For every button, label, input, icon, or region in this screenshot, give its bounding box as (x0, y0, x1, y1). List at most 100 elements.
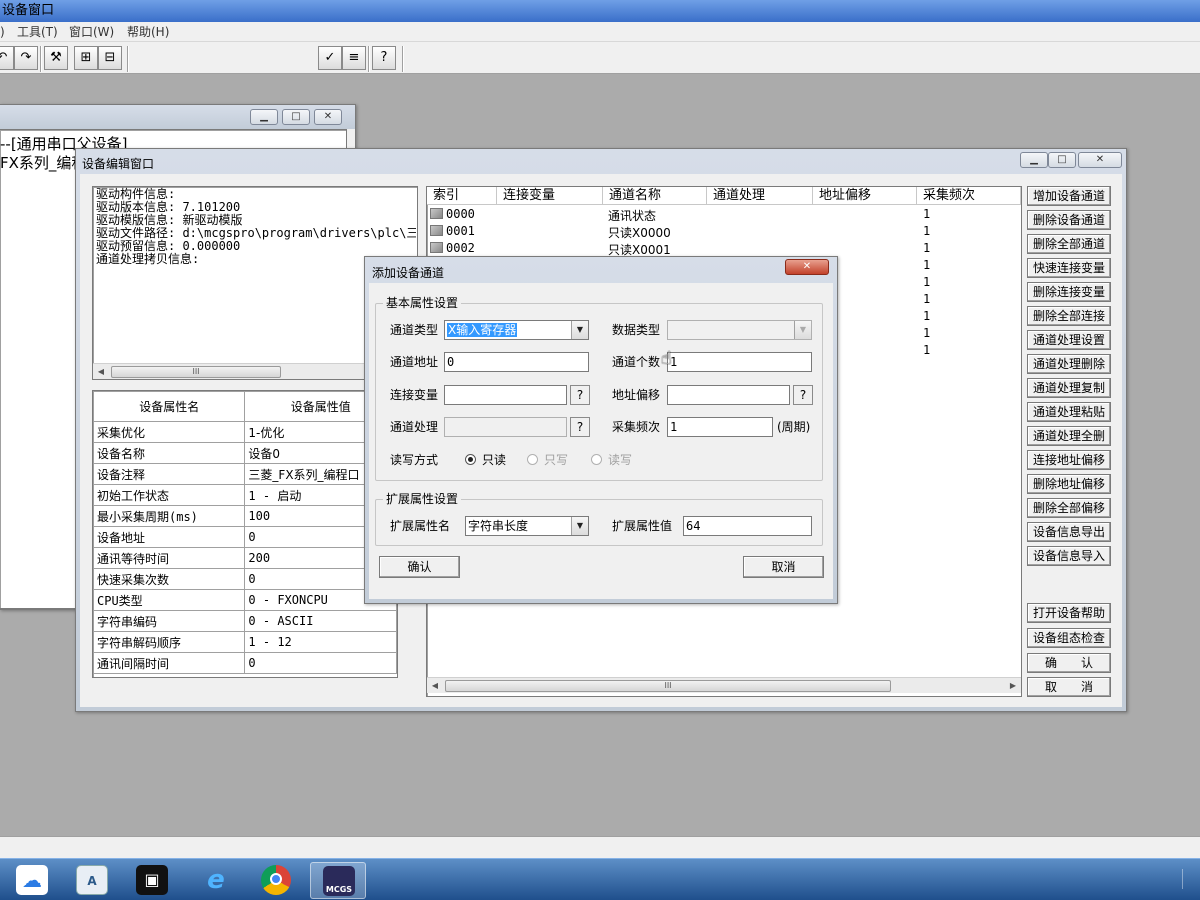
col-channel-name[interactable]: 通道名称 (603, 187, 707, 205)
scroll-thumb[interactable]: III (111, 366, 281, 378)
rw-writeonly-label[interactable]: 只写 (544, 453, 568, 467)
link-var-browse-button[interactable]: ? (570, 385, 590, 405)
chevron-down-icon[interactable]: ▼ (571, 321, 588, 339)
channel-process-delete-button[interactable]: 通道处理删除 (1027, 354, 1111, 374)
tree-node-device[interactable]: FX系列_编程 (0, 152, 86, 173)
scroll-thumb[interactable]: III (445, 680, 891, 692)
col-index[interactable]: 索引 (427, 187, 497, 205)
rw-readwrite-label[interactable]: 读写 (608, 453, 632, 467)
rw-writeonly-radio[interactable] (527, 454, 538, 465)
taskbar-chrome[interactable] (249, 862, 305, 899)
taskbar-camera[interactable]: ▣ (124, 862, 180, 899)
table-row[interactable]: 快速采集次数 0 (93, 568, 397, 590)
chevron-down-icon[interactable]: ▼ (571, 517, 588, 535)
offset-input[interactable] (667, 385, 790, 405)
scroll-left-icon[interactable]: ◀ (427, 678, 443, 694)
delete-all-links-button[interactable]: 删除全部连接 (1027, 306, 1111, 326)
table-row[interactable]: 字符串解码顺序 1 - 12 (93, 631, 397, 653)
export-device-info-button[interactable]: 设备信息导出 (1027, 522, 1111, 542)
channel-type-select[interactable]: X输入寄存器 ▼ (444, 320, 589, 340)
table-row[interactable]: 初始工作状态 1 - 启动 (93, 484, 397, 506)
editor-close-icon[interactable]: ✕ (1078, 152, 1122, 168)
col-addr-offset[interactable]: 地址偏移 (813, 187, 917, 205)
confirm-button[interactable]: 确 认 (1027, 653, 1111, 673)
dialog-close-icon[interactable]: ✕ (785, 259, 829, 275)
taskbar-autocad[interactable]: A (64, 862, 120, 899)
taskbar-baidu[interactable]: ☁ (4, 862, 60, 899)
list-hscrollbar[interactable]: ◀ III ▶ (427, 677, 1021, 693)
device-help-button[interactable]: 打开设备帮助 (1027, 603, 1111, 623)
address-input[interactable]: 0 (444, 352, 589, 372)
list-item[interactable]: 0000 通讯状态 1 (427, 206, 1021, 223)
ext-name-select[interactable]: 字符串长度 ▼ (465, 516, 589, 536)
count-input[interactable]: 1 (667, 352, 812, 372)
table-row[interactable]: CPU类型 0 - FXONCPU (93, 589, 397, 611)
menu-edge[interactable]: ) (0, 22, 5, 42)
link-var-input[interactable] (444, 385, 567, 405)
import-device-info-button[interactable]: 设备信息导入 (1027, 546, 1111, 566)
menu-window[interactable]: 窗口(W) (69, 22, 114, 42)
offset-browse-button[interactable]: ? (793, 385, 813, 405)
tray-icon[interactable] (1182, 869, 1192, 889)
table-row[interactable]: 设备地址 0 (93, 526, 397, 548)
taskbar-mcgs[interactable]: MCGS (310, 862, 366, 899)
link-addr-offset-button[interactable]: 连接地址偏移 (1027, 450, 1111, 470)
redo-icon[interactable]: ↷ (14, 46, 38, 70)
data-type-select[interactable]: ▼ (667, 320, 812, 340)
delete-addr-offset-button[interactable]: 删除地址偏移 (1027, 474, 1111, 494)
menu-tools[interactable]: 工具(T) (17, 22, 58, 42)
channel-process-settings-button[interactable]: 通道处理设置 (1027, 330, 1111, 350)
table-row[interactable]: 采集优化 1-优化 (93, 421, 397, 443)
delete-channel-button[interactable]: 删除设备通道 (1027, 210, 1111, 230)
undo-icon[interactable]: ↶ (0, 46, 14, 70)
table-row[interactable]: 字符串编码 0 - ASCII (93, 610, 397, 632)
dialog-title: 添加设备通道 (372, 266, 445, 280)
col-frequency[interactable]: 采集频次 (917, 187, 1021, 205)
table-row[interactable]: 设备名称 设备0 (93, 442, 397, 464)
cancel-button[interactable]: 取 消 (1027, 677, 1111, 697)
col-processing[interactable]: 通道处理 (707, 187, 813, 205)
menu-help[interactable]: 帮助(H) (127, 22, 169, 42)
scroll-right-icon[interactable]: ▶ (1005, 678, 1021, 694)
channel-process-paste-button[interactable]: 通道处理粘贴 (1027, 402, 1111, 422)
list-item[interactable]: 0001 只读X0000 1 (427, 223, 1021, 240)
dialog-ok-button[interactable]: 确认 (379, 556, 460, 578)
freq-cell: 1 (923, 343, 931, 357)
list-icon[interactable]: ≡ (342, 46, 366, 70)
ext-value-input[interactable]: 64 (683, 516, 812, 536)
editor-minimize-icon[interactable]: ▁ (1020, 152, 1048, 168)
editor-maximize-icon[interactable]: □ (1048, 152, 1076, 168)
rw-readonly-radio[interactable] (465, 454, 476, 465)
help-icon[interactable]: ? (372, 46, 396, 70)
scroll-left-icon[interactable]: ◀ (93, 364, 109, 380)
check-icon[interactable]: ✓ (318, 46, 342, 70)
taskbar-ie[interactable]: e (188, 862, 244, 899)
frequency-input[interactable]: 1 (667, 417, 773, 437)
add-channel-button[interactable]: 增加设备通道 (1027, 186, 1111, 206)
tools-icon[interactable]: ⚒ (44, 46, 68, 70)
device-tree-icon[interactable]: ⊞ (74, 46, 98, 70)
chevron-down-icon[interactable]: ▼ (794, 321, 811, 339)
table-row[interactable]: 通讯等待时间 200 (93, 547, 397, 569)
list-item[interactable]: 0002 只读X0001 1 (427, 240, 1021, 257)
rw-readonly-label[interactable]: 只读 (482, 453, 506, 467)
channel-process-copy-button[interactable]: 通道处理复制 (1027, 378, 1111, 398)
minimize-icon[interactable]: ▁ (250, 109, 278, 125)
channel-process-delete-all-button[interactable]: 通道处理全删 (1027, 426, 1111, 446)
delete-link-var-button[interactable]: 删除连接变量 (1027, 282, 1111, 302)
table-row[interactable]: 通讯间隔时间 0 (93, 652, 397, 674)
delete-all-channels-button[interactable]: 删除全部通道 (1027, 234, 1111, 254)
device-tree2-icon[interactable]: ⊟ (98, 46, 122, 70)
table-row[interactable]: 最小采集周期(ms) 100 (93, 505, 397, 527)
table-row[interactable]: 设备注释 三菱_FX系列_编程口 (93, 463, 397, 485)
config-check-button[interactable]: 设备组态检查 (1027, 628, 1111, 648)
process-input[interactable] (444, 417, 567, 437)
process-browse-button[interactable]: ? (570, 417, 590, 437)
close-icon[interactable]: ✕ (314, 109, 342, 125)
dialog-cancel-button[interactable]: 取消 (743, 556, 824, 578)
quick-link-var-button[interactable]: 快速连接变量 (1027, 258, 1111, 278)
col-link-var[interactable]: 连接变量 (497, 187, 603, 205)
delete-all-offsets-button[interactable]: 删除全部偏移 (1027, 498, 1111, 518)
rw-readwrite-radio[interactable] (591, 454, 602, 465)
maximize-icon[interactable]: □ (282, 109, 310, 125)
